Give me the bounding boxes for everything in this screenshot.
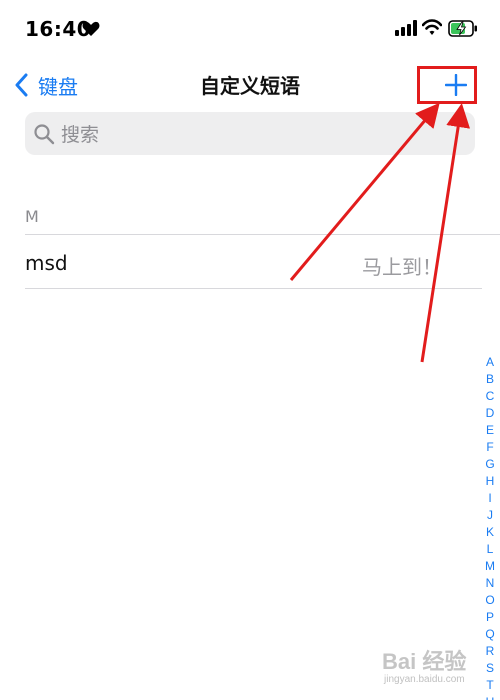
plus-icon [445, 74, 467, 96]
index-letter[interactable]: H [486, 473, 495, 490]
index-letter[interactable]: I [488, 490, 491, 507]
index-letter[interactable]: B [486, 371, 494, 388]
section-index[interactable]: ABCDEFGHIJKLMNOPQRSTU [482, 354, 498, 700]
row-phrase: 马上到！ [362, 255, 442, 279]
annotation-arrows [289, 102, 471, 363]
index-letter[interactable]: A [486, 354, 494, 371]
watermark-brand: Bai 经验 [382, 649, 467, 674]
heart-icon [82, 21, 100, 36]
chevron-left-icon [15, 73, 28, 97]
index-letter[interactable]: S [486, 660, 494, 677]
index-letter[interactable]: D [486, 405, 495, 422]
back-button[interactable]: 键盘 [14, 68, 78, 102]
cellular-signal-icon [395, 20, 417, 36]
index-letter[interactable]: O [485, 592, 494, 609]
row-divider [25, 288, 482, 289]
section-divider [25, 234, 500, 235]
index-letter[interactable]: L [487, 541, 494, 558]
status-bar: 16:40 [0, 0, 500, 60]
list-item[interactable]: msd 马上到！ [0, 236, 482, 288]
index-letter[interactable]: E [486, 422, 494, 439]
index-letter[interactable]: F [486, 439, 493, 456]
battery-charging-icon [448, 20, 477, 37]
index-letter[interactable]: N [486, 575, 495, 592]
index-letter[interactable]: C [486, 388, 495, 405]
section-header: M [25, 207, 39, 226]
search-placeholder: 搜索 [61, 124, 100, 146]
row-shortcut: msd [25, 251, 68, 275]
index-letter[interactable]: M [485, 558, 495, 575]
index-letter[interactable]: T [486, 677, 493, 694]
back-label: 键盘 [38, 74, 78, 99]
index-letter[interactable]: U [486, 694, 495, 700]
search-input[interactable]: 搜索 [25, 112, 475, 155]
index-letter[interactable]: R [486, 643, 495, 660]
index-letter[interactable]: Q [485, 626, 494, 643]
watermark-url: jingyan.baidu.com [384, 674, 465, 685]
add-phrase-button[interactable] [417, 66, 477, 104]
search-icon [34, 123, 55, 144]
index-letter[interactable]: J [487, 507, 493, 524]
wifi-icon [422, 19, 442, 35]
screen: 16:40 键盘 自定义短语 搜索 M msd 马上到！ A B C D E F… [0, 0, 500, 700]
index-letter[interactable]: K [486, 524, 494, 541]
watermark: Bai 经验 jingyan.baidu.com [382, 644, 482, 698]
index-letter[interactable]: G [485, 456, 494, 473]
index-letter[interactable]: P [486, 609, 494, 626]
